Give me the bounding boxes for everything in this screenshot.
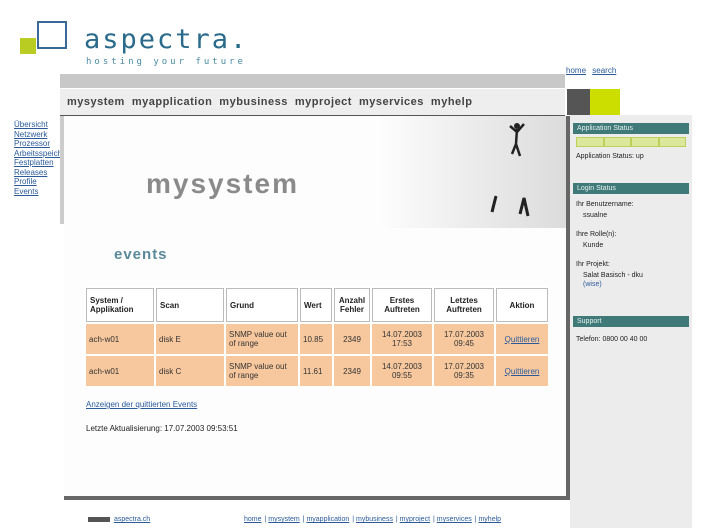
table-row: ach-w01 disk E SNMP value out of range 1… [86, 324, 548, 354]
support-phone: Telefon: 0800 00 40 00 [576, 336, 648, 343]
status-indicator [576, 137, 686, 147]
footer-link-myapplication[interactable]: myapplication [306, 516, 349, 523]
table-row: ach-w01 disk C SNMP value out of range 1… [86, 356, 548, 386]
column-header: Letztes Auftreten [434, 288, 494, 322]
column-header: Wert [300, 288, 332, 322]
section-heading: events [114, 246, 168, 263]
column-header: Erstes Auftreten [372, 288, 432, 322]
header-links: home search [562, 66, 616, 75]
table-cell: 2349 [334, 324, 370, 354]
header-band [60, 74, 565, 88]
footer-link-myservices[interactable]: myservices [437, 516, 472, 523]
table-cell: disk C [156, 356, 224, 386]
nav-item-myhelp[interactable]: myhelp [431, 89, 473, 115]
table-cell: 17.07.2003 09:35 [434, 356, 494, 386]
user-label: Ihr Benutzername: [576, 201, 634, 208]
column-header: Grund [226, 288, 298, 322]
footer-site-link[interactable]: aspectra.ch [114, 516, 150, 523]
footer-left: aspectra.ch [88, 516, 150, 523]
column-header: Anzahl Fehler [334, 288, 370, 322]
nav-item-mybusiness[interactable]: mybusiness [219, 89, 288, 115]
table-cell: ach-w01 [86, 356, 154, 386]
project-link[interactable]: (wise) [573, 280, 689, 289]
table-cell: 2349 [334, 356, 370, 386]
table-cell: 11.61 [300, 356, 332, 386]
panel-title: Application Status [573, 123, 689, 134]
footer-link-myhelp[interactable]: myhelp [478, 516, 501, 523]
login-status-panel: Login Status Ihr Benutzername: ssualne I… [573, 183, 689, 289]
application-status-panel: Application Status Application Status: u… [573, 123, 689, 163]
table-cell: disk E [156, 324, 224, 354]
header-link-search[interactable]: search [592, 66, 616, 75]
nav-item-myservices[interactable]: myservices [359, 89, 424, 115]
column-header: Aktion [496, 288, 548, 322]
footer-link-home[interactable]: home [244, 516, 262, 523]
table-cell: 14.07.2003 09:55 [372, 356, 432, 386]
support-panel: Support Telefon: 0800 00 40 00 [573, 316, 689, 346]
footer-links: home | mysystem | myapplication | mybusi… [244, 516, 502, 523]
application-status-text: Application Status: up [576, 153, 644, 160]
nav-lime-block [590, 89, 620, 115]
table-cell: ach-w01 [86, 324, 154, 354]
left-strip [60, 116, 64, 224]
brand-tagline: hosting your future [86, 57, 246, 67]
user-value: ssualne [583, 212, 608, 219]
panel-title: Login Status [573, 183, 689, 194]
role-label: Ihre Rolle(n): [576, 231, 617, 238]
nav-item-mysystem[interactable]: mysystem [67, 89, 125, 115]
table-header-row: System / Applikation Scan Grund Wert Anz… [86, 288, 548, 322]
table-cell: SNMP value out of range [226, 324, 298, 354]
nav-dark-block [567, 89, 590, 115]
table-cell: 17.07.2003 09:45 [434, 324, 494, 354]
table-cell: SNMP value out of range [226, 356, 298, 386]
table-cell: 14.07.2003 17:53 [372, 324, 432, 354]
acknowledge-link[interactable]: Quittieren [496, 356, 548, 386]
role-value: Kunde [583, 242, 604, 249]
table-cell: 10.85 [300, 324, 332, 354]
project-label: Ihr Projekt: [576, 261, 610, 268]
last-update-text: Letzte Aktualisierung: 17.07.2003 09:53:… [86, 424, 238, 433]
footer-mark-icon [88, 516, 110, 522]
events-table: System / Applikation Scan Grund Wert Anz… [84, 286, 550, 388]
column-header: System / Applikation [86, 288, 154, 322]
person-silhouette-icon [490, 195, 530, 217]
nav-item-myproject[interactable]: myproject [295, 89, 352, 115]
acknowledge-link[interactable]: Quittieren [496, 324, 548, 354]
footer-link-mysystem[interactable]: mysystem [268, 516, 300, 523]
acknowledged-events-link[interactable]: Anzeigen der quittierten Events [86, 400, 197, 409]
project-value: Salat Basisch - dku [583, 272, 643, 279]
nav-item-myapplication[interactable]: myapplication [132, 89, 212, 115]
header-photo [380, 116, 566, 228]
footer-link-myproject[interactable]: myproject [400, 516, 430, 523]
page-title: mysystem [146, 168, 299, 199]
panel-title: Support [573, 316, 689, 327]
column-header: Scan [156, 288, 224, 322]
aspectra-logo-icon [20, 21, 67, 54]
header-link-home[interactable]: home [566, 66, 586, 75]
jumping-person-icon [509, 123, 525, 157]
brand-name: aspectra. [84, 24, 249, 55]
main-nav: mysystem myapplication mybusiness myproject… [60, 89, 565, 117]
footer-link-mybusiness[interactable]: mybusiness [356, 516, 393, 523]
